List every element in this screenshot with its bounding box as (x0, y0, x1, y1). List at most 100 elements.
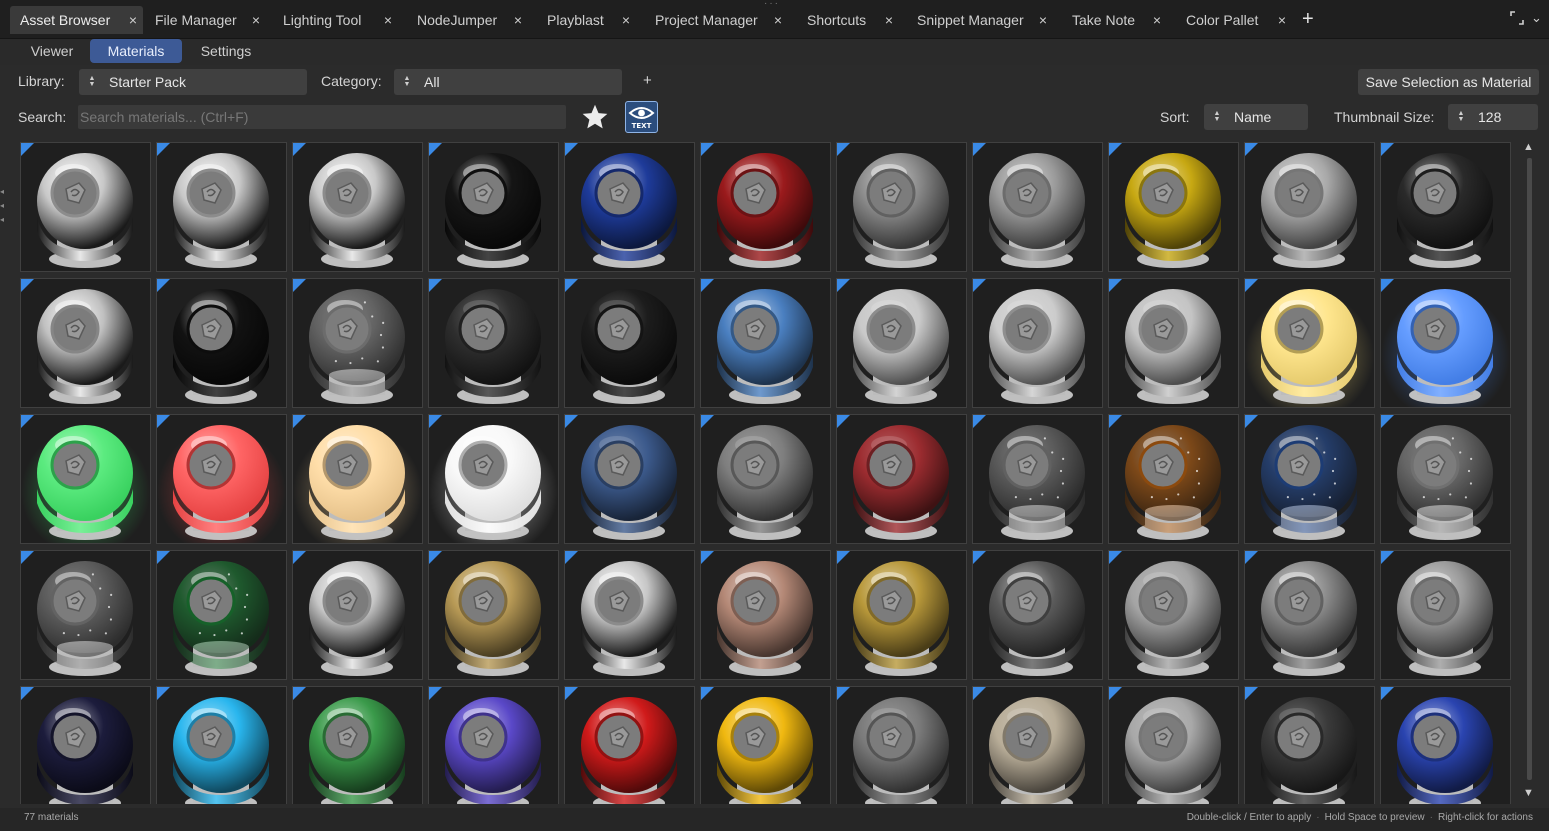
material-thumbnail[interactable] (564, 142, 695, 272)
close-icon[interactable]: × (1153, 12, 1161, 28)
scroll-up-chevron-icon[interactable]: ▲ (1523, 141, 1534, 153)
material-thumbnail[interactable] (292, 142, 423, 272)
tab-playblast[interactable]: Playblast × (537, 6, 636, 34)
splitter-handle[interactable]: ◂ ◂ ◂ (0, 185, 4, 227)
thumbnail-size-spinbox[interactable]: ▲ ▼ 128 (1448, 104, 1538, 130)
material-thumbnail[interactable] (972, 550, 1103, 680)
material-thumbnail[interactable] (700, 142, 831, 272)
material-thumbnail[interactable] (1244, 278, 1375, 408)
material-thumbnail[interactable] (156, 278, 287, 408)
material-badge (21, 687, 34, 700)
material-thumbnail[interactable] (1108, 142, 1239, 272)
material-thumbnail[interactable] (972, 142, 1103, 272)
material-thumbnail[interactable] (1108, 686, 1239, 804)
material-thumbnail[interactable] (20, 550, 151, 680)
material-thumbnail[interactable] (20, 278, 151, 408)
tab-file-manager[interactable]: File Manager × (145, 6, 266, 34)
material-thumbnail[interactable] (1244, 686, 1375, 804)
material-badge (973, 551, 986, 564)
material-badge (1381, 279, 1394, 292)
tab-materials[interactable]: Materials (90, 39, 182, 63)
category-dropdown[interactable]: ▲ ▼ All (394, 69, 622, 95)
close-icon[interactable]: × (774, 12, 782, 28)
material-thumbnail[interactable] (292, 414, 423, 544)
material-thumbnail[interactable] (292, 550, 423, 680)
material-thumbnail[interactable] (156, 414, 287, 544)
tab-asset-browser[interactable]: Asset Browser × (10, 6, 143, 34)
sort-dropdown[interactable]: ▲ ▼ Name (1204, 104, 1308, 130)
material-thumbnail[interactable] (972, 414, 1103, 544)
library-dropdown[interactable]: ▲ ▼ Starter Pack (79, 69, 307, 95)
text-view-toggle[interactable]: TEXT (625, 101, 658, 133)
material-thumbnail[interactable] (836, 414, 967, 544)
material-thumbnail[interactable] (20, 142, 151, 272)
tab-project-manager[interactable]: Project Manager × (645, 6, 788, 34)
tab-nodejumper[interactable]: NodeJumper × (407, 6, 528, 34)
tab-lighting-tool[interactable]: Lighting Tool × (273, 6, 398, 34)
material-thumbnail[interactable] (836, 550, 967, 680)
material-thumbnail[interactable] (1108, 550, 1239, 680)
material-thumbnail[interactable] (972, 686, 1103, 804)
material-thumbnail[interactable] (1380, 414, 1511, 544)
tab-take-note[interactable]: Take Note × (1062, 6, 1167, 34)
scroll-down-chevron-icon[interactable]: ▼ (1523, 787, 1534, 799)
close-icon[interactable]: × (1278, 12, 1286, 28)
star-icon[interactable] (581, 103, 609, 131)
add-category-button[interactable]: + (643, 72, 652, 89)
tab-label: NodeJumper (417, 12, 498, 28)
tab-shortcuts[interactable]: Shortcuts × (797, 6, 899, 34)
material-thumbnail[interactable] (564, 414, 695, 544)
tab-snippet-manager[interactable]: Snippet Manager × (907, 6, 1053, 34)
close-icon[interactable]: × (622, 12, 630, 28)
material-thumbnail[interactable] (564, 686, 695, 804)
material-thumbnail[interactable] (836, 142, 967, 272)
add-tab-button[interactable]: + (1302, 9, 1314, 29)
material-thumbnail[interactable] (292, 278, 423, 408)
close-icon[interactable]: × (885, 12, 893, 28)
material-thumbnail[interactable] (1380, 278, 1511, 408)
material-thumbnail[interactable] (156, 686, 287, 804)
material-thumbnail[interactable] (700, 414, 831, 544)
maximize-pane-icon[interactable] (1510, 11, 1524, 25)
material-thumbnail[interactable] (564, 550, 695, 680)
material-thumbnail[interactable] (700, 686, 831, 804)
save-selection-as-material-button[interactable]: Save Selection as Material (1358, 69, 1539, 95)
tab-settings[interactable]: Settings (188, 39, 264, 63)
search-input[interactable] (78, 105, 566, 129)
material-thumbnail[interactable] (20, 414, 151, 544)
material-thumbnail[interactable] (20, 686, 151, 804)
material-thumbnail[interactable] (1380, 142, 1511, 272)
close-icon[interactable]: × (384, 12, 392, 28)
material-thumbnail[interactable] (1108, 414, 1239, 544)
material-thumbnail[interactable] (700, 278, 831, 408)
tab-viewer[interactable]: Viewer (16, 39, 88, 63)
close-icon[interactable]: × (129, 12, 137, 28)
material-thumbnail[interactable] (1380, 686, 1511, 804)
material-thumbnail[interactable] (564, 278, 695, 408)
material-thumbnail[interactable] (836, 278, 967, 408)
material-thumbnail[interactable] (292, 686, 423, 804)
material-thumbnail[interactable] (156, 550, 287, 680)
material-thumbnail[interactable] (836, 686, 967, 804)
material-thumbnail[interactable] (428, 550, 559, 680)
material-thumbnail[interactable] (1244, 550, 1375, 680)
material-thumbnail[interactable] (1244, 414, 1375, 544)
material-thumbnail[interactable] (1108, 278, 1239, 408)
tab-label: Shortcuts (807, 12, 867, 28)
close-icon[interactable]: × (514, 12, 522, 28)
material-thumbnail[interactable] (1244, 142, 1375, 272)
close-icon[interactable]: × (252, 12, 260, 28)
material-thumbnail[interactable] (428, 686, 559, 804)
material-thumbnail[interactable] (428, 142, 559, 272)
material-thumbnail[interactable] (428, 278, 559, 408)
material-thumbnail[interactable] (700, 550, 831, 680)
close-icon[interactable]: × (1039, 12, 1047, 28)
material-thumbnail[interactable] (972, 278, 1103, 408)
tab-color-pallet[interactable]: Color Pallet × (1176, 6, 1292, 34)
material-thumbnail[interactable] (428, 414, 559, 544)
vertical-scrollbar[interactable] (1527, 158, 1532, 780)
status-bar: 77 materials Double-click / Enter to app… (0, 808, 1549, 831)
material-thumbnail[interactable] (1380, 550, 1511, 680)
material-thumbnail[interactable] (156, 142, 287, 272)
pane-menu-chevron-down-icon[interactable]: ⌄ (1531, 10, 1542, 26)
